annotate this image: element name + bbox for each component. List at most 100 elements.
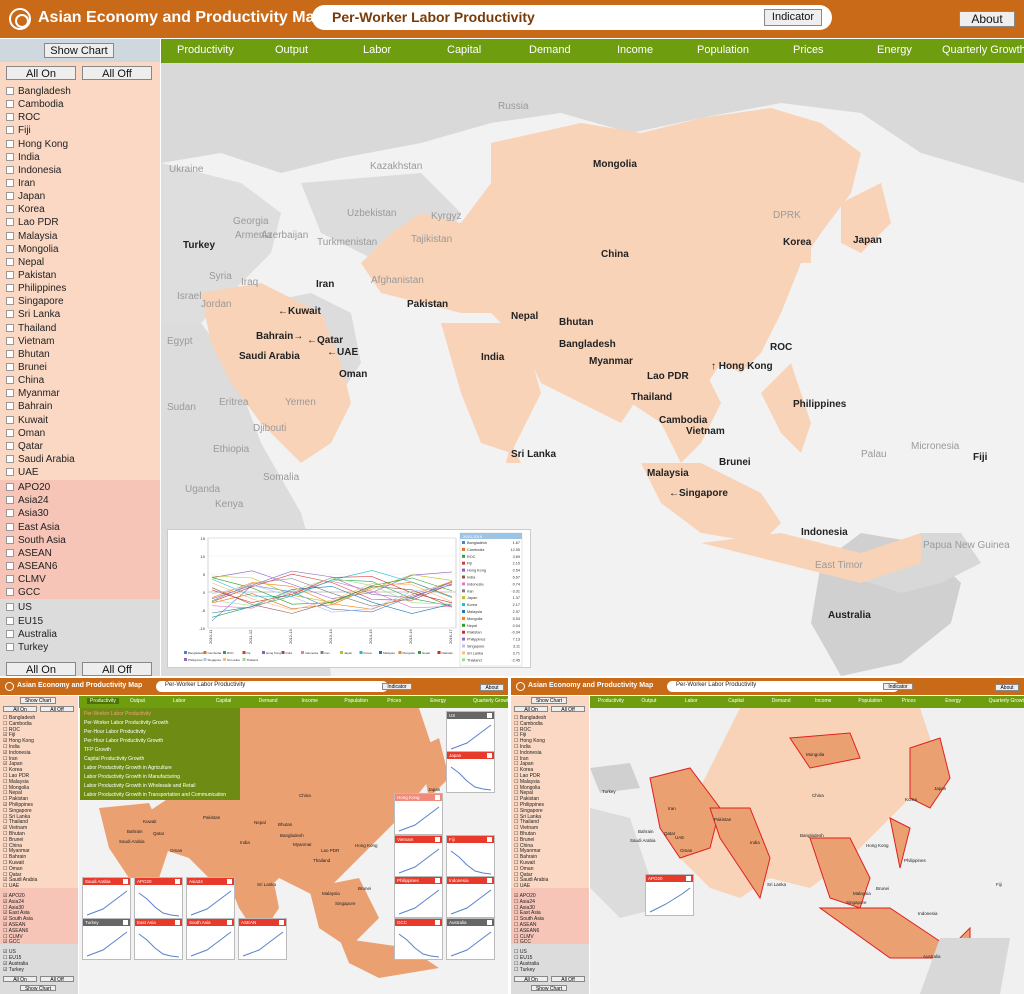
map-label-india[interactable]: India xyxy=(481,352,504,363)
checkbox[interactable] xyxy=(6,336,14,345)
map-label-china[interactable]: China xyxy=(601,249,629,260)
sidebar-item-mongolia[interactable]: Mongolia xyxy=(6,243,59,256)
menu-item-per-hour-labor-productivity-growth[interactable]: Per-Hour Labor Productivity Growth xyxy=(84,738,163,744)
mini-panel-asia24[interactable]: Asia24 xyxy=(186,877,235,919)
checkbox[interactable] xyxy=(6,642,14,651)
all-on-button[interactable]: All On xyxy=(6,66,76,80)
mini-nav-output[interactable]: Output xyxy=(641,698,656,704)
map-label-lao-pdr[interactable]: Lao PDR xyxy=(647,371,689,382)
mini-all-off-button[interactable]: All Off xyxy=(551,706,585,713)
map-label-vietnam[interactable]: Vietnam xyxy=(686,426,725,437)
sidebar-item-gcc[interactable]: GCC xyxy=(6,586,40,599)
close-icon[interactable] xyxy=(175,920,180,925)
mini-nav-income[interactable]: Income xyxy=(302,698,318,704)
menu-item-per-hour-labor-productivity[interactable]: Per-Hour Labor Productivity xyxy=(84,729,146,735)
sidebar-item-clmv[interactable]: CLMV xyxy=(6,573,46,586)
mini-all-on-button-bottom[interactable]: All On xyxy=(3,976,37,983)
map-label-nepal[interactable]: Nepal xyxy=(511,311,538,322)
mini-all-off-button-bottom[interactable]: All Off xyxy=(551,976,585,983)
mini-sidebar-item-uae[interactable]: ☐ UAE xyxy=(3,883,19,890)
menu-item-per-worker-labor-productivity[interactable]: Per-Worker Labor Productivity xyxy=(84,711,151,717)
checkbox[interactable] xyxy=(6,257,14,266)
map-label-malaysia[interactable]: Malaysia xyxy=(647,468,689,479)
mini-about-button-right[interactable]: About xyxy=(995,684,1019,691)
mini-panel-turkey[interactable]: Turkey xyxy=(82,918,131,960)
map-label-singapore[interactable]: ←Singapore xyxy=(669,488,728,499)
map-label-fiji[interactable]: Fiji xyxy=(973,452,987,463)
checkbox[interactable] xyxy=(6,376,14,385)
mini-all-on-button[interactable]: All On xyxy=(3,706,37,713)
mini-nav-labor[interactable]: Labor xyxy=(685,698,698,704)
map-label-japan[interactable]: Japan xyxy=(853,235,882,246)
sidebar-item-thailand[interactable]: Thailand xyxy=(6,322,56,335)
nav-quarterly-growth[interactable]: Quarterly Growth xyxy=(942,44,1024,56)
sidebar-item-lao-pdr[interactable]: Lao PDR xyxy=(6,216,59,229)
all-off-button[interactable]: All Off xyxy=(82,66,152,80)
map-label-oman[interactable]: Oman xyxy=(339,369,367,380)
map-label-cambodia[interactable]: Cambodia xyxy=(659,415,707,426)
sidebar-item-bhutan[interactable]: Bhutan xyxy=(6,348,50,361)
sidebar-item-asean[interactable]: ASEAN xyxy=(6,547,52,560)
all-on-button-bottom[interactable]: All On xyxy=(6,662,76,676)
sidebar-item-uae[interactable]: UAE xyxy=(6,466,39,479)
mini-nav-capital[interactable]: Capital xyxy=(216,698,232,704)
mini-sidebar-item-gcc[interactable]: ☑ GCC xyxy=(3,940,20,946)
nav-productivity[interactable]: Productivity xyxy=(177,44,234,56)
checkbox[interactable] xyxy=(6,389,14,398)
mini-nav-output[interactable]: Output xyxy=(130,698,145,704)
close-icon[interactable] xyxy=(487,878,492,883)
sidebar-item-myanmar[interactable]: Myanmar xyxy=(6,387,60,400)
sidebar-item-pakistan[interactable]: Pakistan xyxy=(6,269,56,282)
map-label-philippines[interactable]: Philippines xyxy=(793,399,846,410)
checkbox[interactable] xyxy=(6,441,14,450)
sidebar-item-sri-lanka[interactable]: Sri Lanka xyxy=(6,308,60,321)
checkbox[interactable] xyxy=(6,165,14,174)
sidebar-item-philippines[interactable]: Philippines xyxy=(6,282,66,295)
mini-panel-us[interactable]: US xyxy=(446,711,495,753)
checkbox[interactable] xyxy=(6,603,14,612)
checkbox[interactable] xyxy=(6,126,14,135)
checkbox[interactable] xyxy=(6,349,14,358)
checkbox[interactable] xyxy=(6,562,14,571)
mini-panel-gcc[interactable]: GCC xyxy=(394,918,443,960)
indicator-button[interactable]: Indicator xyxy=(764,9,822,26)
map-label-bhutan[interactable]: Bhutan xyxy=(559,317,593,328)
checkbox[interactable] xyxy=(6,100,14,109)
close-icon[interactable] xyxy=(435,920,440,925)
sidebar-item-roc[interactable]: ROC xyxy=(6,111,40,124)
map-label-kuwait[interactable]: ←Kuwait xyxy=(278,306,321,317)
checkbox[interactable] xyxy=(6,575,14,584)
close-icon[interactable] xyxy=(279,920,284,925)
sidebar-item-turkey[interactable]: Turkey xyxy=(6,641,48,654)
sidebar-item-indonesia[interactable]: Indonesia xyxy=(6,164,61,177)
mini-indicator-button[interactable]: Indicator xyxy=(382,683,412,690)
sidebar-item-iran[interactable]: Iran xyxy=(6,177,35,190)
map-label-sri-lanka[interactable]: Sri Lanka xyxy=(511,449,556,460)
sidebar-item-east-asia[interactable]: East Asia xyxy=(6,521,60,534)
checkbox[interactable] xyxy=(6,152,14,161)
close-icon[interactable] xyxy=(686,876,691,881)
map-label-bangladesh[interactable]: Bangladesh xyxy=(559,339,616,350)
mini-sidebar-item-uae[interactable]: ☐ UAE xyxy=(514,883,530,890)
nav-capital[interactable]: Capital xyxy=(447,44,481,56)
sidebar-item-cambodia[interactable]: Cambodia xyxy=(6,98,64,111)
nav-labor[interactable]: Labor xyxy=(363,44,391,56)
sidebar-item-japan[interactable]: Japan xyxy=(6,190,45,203)
checkbox[interactable] xyxy=(6,496,14,505)
mini-panel-australia[interactable]: Australia xyxy=(446,918,495,960)
mini-all-on-button-bottom[interactable]: All On xyxy=(514,976,548,983)
sidebar-item-asia24[interactable]: Asia24 xyxy=(6,494,49,507)
checkbox[interactable] xyxy=(6,192,14,201)
checkbox[interactable] xyxy=(6,454,14,463)
checkbox[interactable] xyxy=(6,218,14,227)
menu-item-labor-productivity-growth-in-wholesale-and-retail[interactable]: Labor Productivity Growth in Wholesale a… xyxy=(84,783,195,789)
sidebar-item-asia30[interactable]: Asia30 xyxy=(6,507,49,520)
mini-show-chart-button-bottom[interactable]: Show Chart xyxy=(531,985,567,992)
mini-nav-demand[interactable]: Demand xyxy=(259,698,278,704)
mini-nav-energy[interactable]: Energy xyxy=(430,698,446,704)
checkbox[interactable] xyxy=(6,616,14,625)
checkbox[interactable] xyxy=(6,270,14,279)
close-icon[interactable] xyxy=(123,879,128,884)
sidebar-item-bahrain[interactable]: Bahrain xyxy=(6,400,52,413)
nav-demand[interactable]: Demand xyxy=(529,44,571,56)
